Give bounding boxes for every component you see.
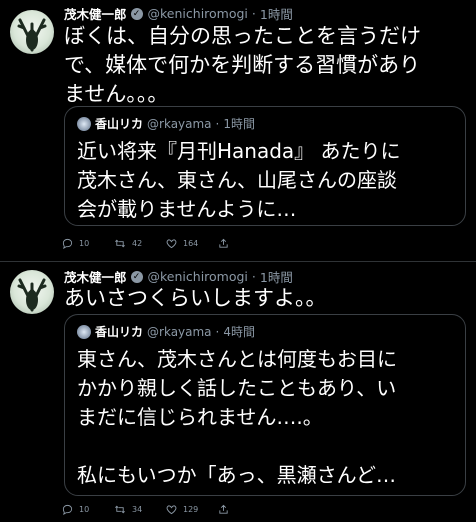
- quoted-author-handle: @rkayama: [147, 324, 212, 339]
- reply-count: 10: [79, 239, 90, 248]
- avatar-deer-image: [17, 278, 47, 312]
- like-button[interactable]: 129: [166, 504, 218, 515]
- reply-icon: [62, 504, 73, 515]
- quoted-tweet-time: 1時間: [223, 117, 256, 131]
- tweet-header: 茂木健一郎 ✓ @kenichiromogi · 1時間: [64, 4, 293, 23]
- retweet-button[interactable]: 42: [114, 238, 166, 249]
- quoted-text-line: まだに信じられません….。: [77, 405, 323, 429]
- quoted-tweet-header: 香山リカ @rkayama · 4時間: [77, 323, 255, 340]
- heart-icon: [166, 239, 177, 249]
- avatar-deer-image: [17, 18, 47, 52]
- quoted-text-line: [77, 432, 457, 461]
- avatar[interactable]: [10, 10, 54, 54]
- reply-icon: [62, 238, 73, 249]
- tweet-text-line: あいさつくらいしますよ。。: [64, 286, 327, 310]
- tweet-actions: 10 34 129: [62, 504, 270, 515]
- tweet[interactable]: 茂木健一郎 ✓ @kenichiromogi · 1時間 あいさつくらいしますよ…: [0, 262, 476, 522]
- retweet-count: 34: [132, 505, 143, 514]
- avatar[interactable]: [10, 270, 54, 314]
- verified-icon: ✓: [130, 7, 143, 20]
- tweet-time[interactable]: 1時間: [260, 4, 293, 23]
- tweet[interactable]: 茂木健一郎 ✓ @kenichiromogi · 1時間 ぼくは、自分の思ったこ…: [0, 0, 476, 262]
- quoted-tweet-time: 4時間: [223, 325, 256, 339]
- retweet-icon: [115, 505, 125, 514]
- share-button[interactable]: [218, 504, 270, 515]
- share-icon: [219, 238, 228, 248]
- author-handle[interactable]: @kenichiromogi: [148, 6, 248, 21]
- quoted-author-name: 香山リカ: [95, 325, 144, 339]
- quoted-author-handle: @rkayama: [147, 116, 212, 131]
- like-count: 129: [183, 505, 199, 514]
- retweet-count: 42: [132, 239, 143, 248]
- quoted-avatar: [77, 324, 91, 339]
- tweet-text-line: で、媒体で何かを判断する習慣があり: [64, 53, 421, 77]
- retweet-button[interactable]: 34: [114, 504, 166, 515]
- quoted-text-line: 私にもいつか「あっ、黒瀬さんど…: [77, 463, 396, 487]
- reply-count: 10: [79, 505, 90, 514]
- retweet-icon: [115, 239, 125, 248]
- quoted-author-name: 香山リカ: [95, 117, 144, 131]
- quoted-text-line: 東さん、茂木さんとは何度もお目に: [77, 347, 397, 371]
- quoted-tweet-text: 近い将来『月刊Hanada』 あたりに 茂木さん、東さん、山尾さんの座談 会が載…: [77, 137, 457, 224]
- tweet-text-line: ぼくは、自分の思ったことを言うだけ: [64, 24, 421, 48]
- heart-icon: [166, 505, 177, 515]
- quoted-text-line: 会が載りませんように…: [77, 197, 297, 221]
- reply-button[interactable]: 10: [62, 238, 114, 249]
- share-icon: [219, 504, 228, 514]
- quoted-tweet[interactable]: 香山リカ @rkayama · 4時間 東さん、茂木さんとは何度もお目に かかり…: [64, 314, 466, 496]
- verified-icon: ✓: [130, 270, 143, 283]
- quoted-text-line: かかり親しく話したこともあり、い: [77, 376, 397, 400]
- quoted-avatar: [77, 116, 91, 131]
- author-handle[interactable]: @kenichiromogi: [148, 269, 248, 284]
- quoted-text-line: 茂木さん、東さん、山尾さんの座談: [77, 168, 397, 192]
- like-count: 164: [183, 239, 199, 248]
- tweet-text: あいさつくらいしますよ。。: [64, 284, 464, 313]
- quoted-tweet-header: 香山リカ @rkayama · 1時間: [77, 115, 255, 132]
- like-button[interactable]: 164: [166, 238, 218, 249]
- quoted-tweet[interactable]: 香山リカ @rkayama · 1時間 近い将来『月刊Hanada』 あたりに …: [64, 106, 466, 226]
- tweet-text: ぼくは、自分の思ったことを言うだけ で、媒体で何かを判断する習慣があり ません。…: [64, 22, 464, 109]
- reply-button[interactable]: 10: [62, 504, 114, 515]
- author-name[interactable]: 茂木健一郎: [64, 4, 127, 23]
- tweet-actions: 10 42 164: [62, 238, 270, 249]
- share-button[interactable]: [218, 238, 270, 249]
- tweet-text-line: ません。。。: [64, 82, 169, 106]
- quoted-tweet-text: 東さん、茂木さんとは何度もお目に かかり親しく話したこともあり、い まだに信じら…: [77, 345, 457, 490]
- quoted-text-line: 近い将来『月刊Hanada』 あたりに: [77, 139, 401, 163]
